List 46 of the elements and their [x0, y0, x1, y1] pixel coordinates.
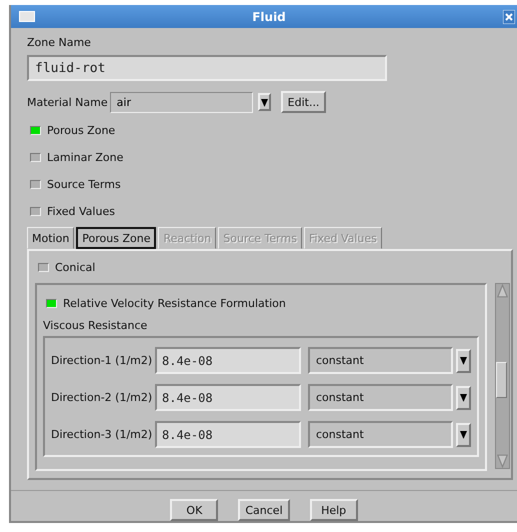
checkbox[interactable]: [46, 298, 57, 308]
close-icon[interactable]: [503, 10, 515, 24]
vertical-scrollbar[interactable]: [495, 283, 510, 469]
checkbox-label: Conical: [55, 260, 96, 274]
method-dropdown[interactable]: constant: [308, 347, 453, 374]
value-field[interactable]: 8.4e-08: [155, 347, 301, 374]
window-title: Fluid: [251, 10, 287, 24]
value-field[interactable]: 8.4e-08: [155, 421, 301, 448]
caret-icon: [460, 430, 467, 439]
zone-name-field[interactable]: fluid-rot: [27, 55, 387, 81]
scroll-down-icon[interactable]: [496, 454, 509, 468]
scroll-up-icon[interactable]: [496, 284, 509, 298]
dialog-button[interactable]: Cancel: [238, 499, 290, 521]
checkbox[interactable]: [30, 206, 41, 216]
group-label: Viscous Resistance: [43, 319, 148, 332]
checkbox-label: Source Terms: [47, 178, 121, 190]
checkbox[interactable]: [30, 152, 41, 162]
edit-button[interactable]: Edit...: [280, 91, 326, 113]
method-dropdown[interactable]: constant: [308, 384, 453, 411]
field-label: Material Name: [27, 96, 108, 108]
checkbox-label: Relative Velocity Resistance Formulation: [63, 296, 286, 310]
field-label: Direction-3 (1/m2): [51, 428, 151, 441]
field-label: Direction-2 (1/m2): [51, 391, 151, 404]
caret-icon: [260, 98, 268, 106]
tab[interactable]: Porous Zone: [76, 227, 156, 249]
caret-icon: [460, 356, 467, 365]
material-field[interactable]: air: [110, 92, 253, 112]
value-field[interactable]: 8.4e-08: [155, 384, 301, 411]
checkbox-label: Porous Zone: [47, 124, 116, 136]
method-dropdown[interactable]: constant: [308, 421, 453, 448]
checkbox-label: Laminar Zone: [47, 150, 124, 164]
checkbox-label: Fixed Values: [47, 204, 115, 218]
checkbox[interactable]: [30, 126, 41, 134]
scroll-thumb[interactable]: [496, 362, 507, 398]
tab[interactable]: Motion: [27, 227, 74, 249]
dropdown-button[interactable]: [456, 422, 471, 446]
dropdown-button[interactable]: [456, 348, 471, 372]
dropdown-button[interactable]: [456, 386, 471, 410]
field-label: Zone Name: [27, 36, 92, 49]
field-label: Direction-1 (1/m2): [51, 354, 151, 367]
dialog-button[interactable]: OK: [170, 499, 218, 521]
checkbox[interactable]: [38, 262, 49, 272]
dropdown-button[interactable]: [258, 93, 271, 111]
checkbox[interactable]: [30, 180, 41, 188]
dialog-button[interactable]: Help: [310, 499, 358, 521]
caret-icon: [460, 393, 467, 402]
